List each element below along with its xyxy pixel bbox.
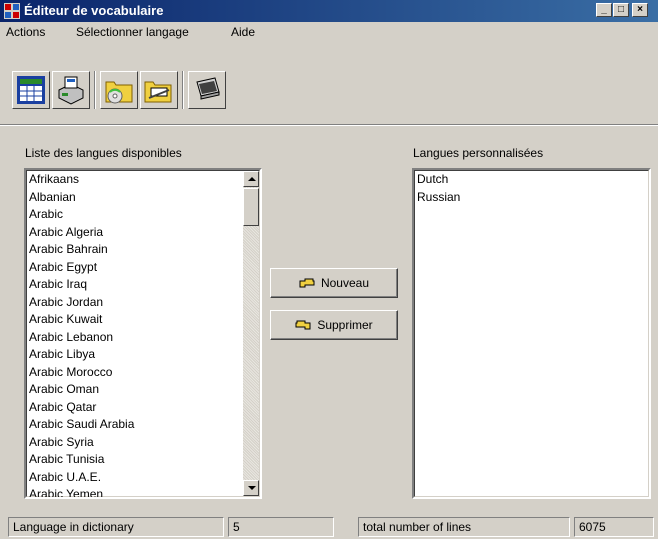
available-languages-list[interactable]: Afrikaans Albanian Arabic Arabic Algeria Ara… [24,168,262,499]
minimize-button[interactable]: _ [596,3,612,17]
close-button[interactable]: × [632,3,648,17]
list-item[interactable]: Arabic [27,206,242,224]
arrow-up-icon [248,177,256,181]
pointing-hand-icon [299,278,315,288]
title-bar[interactable]: Éditeur de vocabulaire _ □ × [0,0,658,22]
list-item[interactable]: Arabic Saudi Arabia [27,416,242,434]
list-item[interactable]: Arabic Bahrain [27,241,242,259]
list-item[interactable]: Arabic Tunisia [27,451,242,469]
status-dictionary-label: Language in dictionary [8,517,224,537]
laptop-icon [196,77,220,100]
status-bar: Language in dictionary 5 total number of… [0,515,658,539]
list-item[interactable]: Arabic U.A.E. [27,469,242,487]
toolbar-divider [0,124,658,126]
menu-help[interactable]: Aide [231,25,255,39]
arrow-down-icon [248,486,256,490]
toolbar-separator [94,71,96,109]
list-items: Dutch Russian [415,171,648,206]
printer-icon [58,76,84,105]
delete-button-label: Supprimer [317,318,373,332]
scroll-thumb[interactable] [243,188,259,226]
toolbar-print-button[interactable] [52,71,90,109]
list-item[interactable]: Afrikaans [27,171,242,189]
menu-actions[interactable]: Actions [6,25,45,39]
list-frame [414,170,649,497]
open-folder-icon [144,81,172,103]
menu-select-language[interactable]: Sélectionner langage [76,25,189,39]
list-item[interactable]: Arabic Lebanon [27,329,242,347]
list-item[interactable]: Arabic Jordan [27,294,242,312]
scroll-up-button[interactable] [243,171,259,187]
toolbar [0,42,658,124]
folder-cd-icon [105,81,133,104]
toolbar-separator [182,71,184,109]
list-item[interactable]: Dutch [415,171,648,189]
list-item[interactable]: Arabic Syria [27,434,242,452]
new-button-label: Nouveau [320,276,370,290]
vertical-scrollbar[interactable] [243,171,259,496]
toolbar-grid-button[interactable] [12,71,50,109]
window-title: Éditeur de vocabulaire [24,3,164,18]
custom-languages-label: Langues personnalisées [413,146,544,160]
toolbar-open-folder-button[interactable] [140,71,178,109]
available-languages-label: Liste des langues disponibles [25,146,182,160]
list-item[interactable]: Arabic Egypt [27,259,242,277]
menu-bar: Actions Sélectionner langage Aide [0,22,658,42]
custom-languages-list[interactable]: Dutch Russian [412,168,651,499]
toolbar-open-cd-button[interactable] [100,71,138,109]
toolbar-laptop-button[interactable] [188,71,226,109]
new-button[interactable]: Nouveau [270,268,398,298]
list-item[interactable]: Arabic Algeria [27,224,242,242]
list-item[interactable]: Albanian [27,189,242,207]
list-item[interactable]: Arabic Iraq [27,276,242,294]
scroll-down-button[interactable] [243,480,259,496]
delete-button[interactable]: Supprimer [270,310,398,340]
list-item[interactable]: Russian [415,189,648,207]
list-item[interactable]: Arabic Kuwait [27,311,242,329]
list-item[interactable]: Arabic Libya [27,346,242,364]
list-items: Afrikaans Albanian Arabic Arabic Algeria Ara… [27,171,242,497]
list-item[interactable]: Arabic Qatar [27,399,242,417]
list-item[interactable]: Arabic Yemen [27,486,242,497]
maximize-button[interactable]: □ [613,3,629,17]
list-item[interactable]: Arabic Oman [27,381,242,399]
app-icon [4,3,20,19]
grid-icon [17,76,45,104]
pointing-hand-icon [295,320,311,330]
status-lines-count: 6075 [574,517,654,537]
list-item[interactable]: Arabic Morocco [27,364,242,382]
status-lines-label: total number of lines [358,517,570,537]
status-dictionary-count: 5 [228,517,334,537]
